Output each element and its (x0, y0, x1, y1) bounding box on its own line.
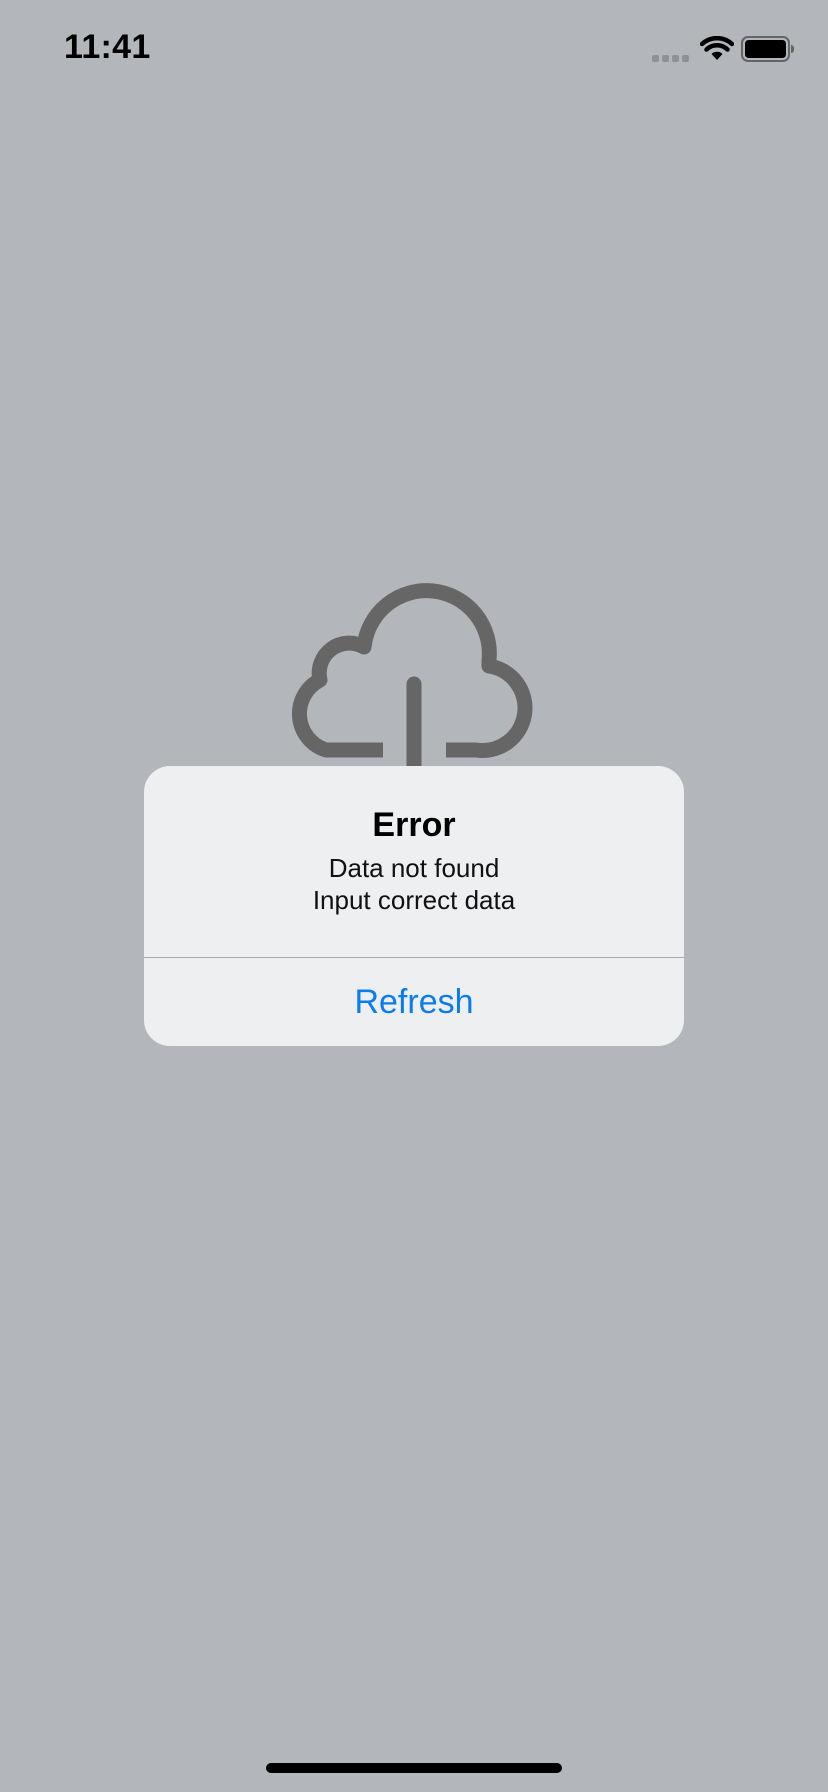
cloud-icon (291, 583, 533, 770)
refresh-button[interactable]: Refresh (144, 958, 684, 1046)
cellular-signal-icon (652, 55, 689, 62)
home-indicator[interactable] (266, 1763, 562, 1773)
error-alert-dialog: Error Data not found Input correct data … (144, 766, 684, 1046)
alert-message: Data not found Input correct data (144, 852, 684, 916)
alert-title: Error (372, 806, 456, 844)
status-time: 11:41 (64, 28, 151, 66)
alert-message-line-1: Data not found (328, 853, 500, 883)
status-bar: 11:41 (0, 0, 828, 100)
wifi-icon (700, 36, 734, 60)
battery-icon (741, 36, 794, 62)
alert-message-line-2: Input correct data (312, 885, 516, 915)
